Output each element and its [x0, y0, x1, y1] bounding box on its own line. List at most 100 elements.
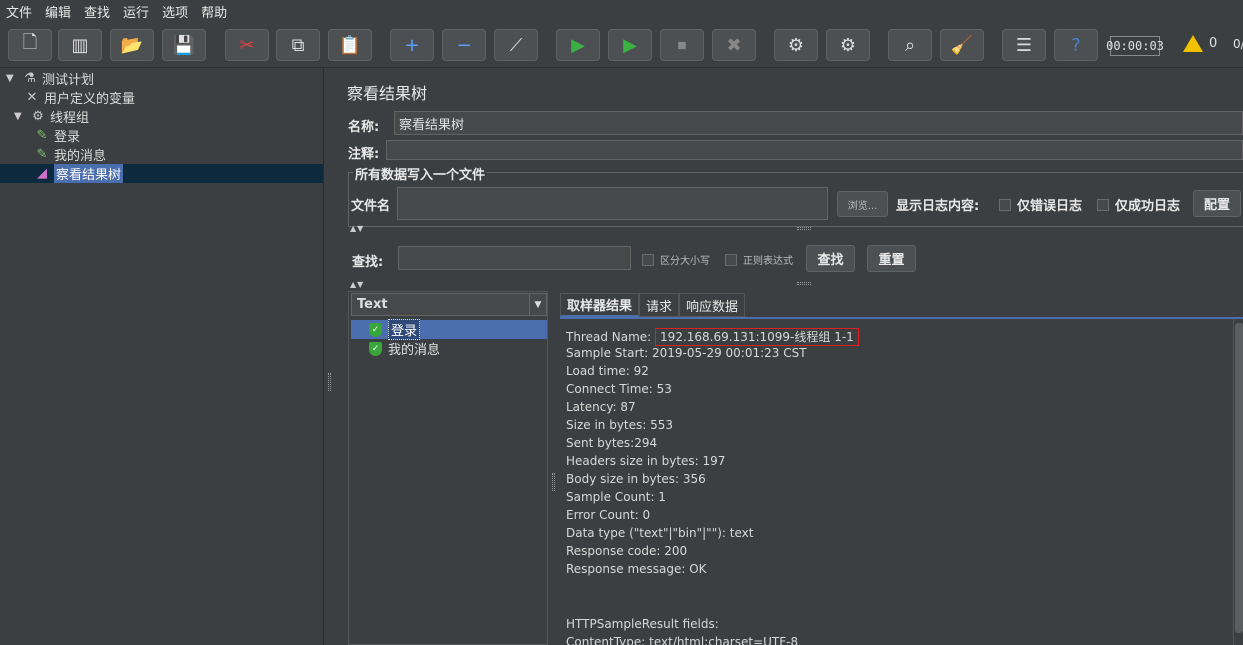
filename-input[interactable]	[397, 187, 828, 220]
name-label: 名称:	[348, 120, 380, 135]
gear-icon: ⚙	[32, 109, 44, 124]
save-icon: 💾	[172, 34, 196, 56]
toolbar: 00:00:03 0 0/ 🗋 ▥ 📂 💾 ✂ ⧉ 📋 + − ⟋ ▶ ▶ ⏹ ✖ ⚙ ⚙ ⌕ 🧹 ☰?	[0, 22, 1243, 68]
checkbox-box[interactable]	[725, 253, 737, 266]
renderer-select[interactable]: Text ▼	[351, 293, 547, 316]
menu-item-0[interactable]: 文件	[6, 2, 32, 21]
case-sensitive-checkbox[interactable]: 区分大小写	[642, 252, 710, 267]
warning-indicator[interactable]: 0	[1183, 35, 1217, 52]
regex-checkbox[interactable]: 正则表达式	[725, 252, 793, 267]
sampler-result-text[interactable]: Thread Name: 192.168.69.131:1099-线程组 1-1…	[560, 319, 1243, 645]
warning-icon	[1183, 35, 1203, 52]
success-shield-icon: ✓	[369, 341, 382, 356]
expand-toggle-icon[interactable]: ▼	[6, 73, 18, 84]
clear-button[interactable]: ⚙	[774, 29, 818, 61]
result-detail-pane: 取样器结果 请求 响应数据 Thread Name: 192.168.69.13…	[560, 291, 1243, 645]
splitter-grip[interactable]	[552, 473, 555, 491]
search-button[interactable]: 查找	[806, 245, 855, 272]
comment-field[interactable]	[386, 140, 1243, 160]
save-button[interactable]: 💾	[162, 29, 206, 61]
elapsed-timer: 00:00:03	[1106, 36, 1164, 56]
vertical-splitter[interactable]	[324, 68, 336, 645]
results-area: Text ▼ ✓ 登录 ✓ 我的消息 取样器结果 请求 响应数据 Thread …	[348, 291, 1243, 645]
tree-node[interactable]: ✕ 用户定义的变量	[24, 88, 135, 107]
menu-item-4[interactable]: 选项	[162, 2, 188, 21]
new-button[interactable]: 🗋	[8, 29, 52, 61]
results-splitter[interactable]	[548, 291, 560, 645]
pipette-icon: ✎	[36, 147, 48, 162]
thread-name-label: Thread Name:	[566, 330, 652, 344]
cut-button[interactable]: ✂	[225, 29, 269, 61]
shutdown-icon: ✖	[726, 34, 742, 56]
copy-icon: ⧉	[291, 34, 305, 56]
page-title: 察看结果树	[347, 84, 428, 103]
clear-icon: ⚙	[787, 34, 805, 56]
result-line: Sample Count: 1	[566, 490, 666, 504]
start-button[interactable]: ▶	[556, 29, 600, 61]
reset-search-icon: 🧹	[950, 34, 974, 56]
name-field[interactable]: 察看结果树	[394, 111, 1243, 135]
tree-node[interactable]: ✎ 我的消息	[34, 145, 106, 164]
function-helper-button[interactable]: ☰	[1002, 29, 1046, 61]
result-line: Connect Time: 53	[566, 382, 672, 396]
search-icon: ⌕	[904, 34, 916, 56]
separator-grip[interactable]	[797, 282, 811, 285]
copy-button[interactable]: ⧉	[276, 29, 320, 61]
result-line: Body size in bytes: 356	[566, 472, 706, 486]
reset-search-button[interactable]: 🧹	[940, 29, 984, 61]
paste-button[interactable]: 📋	[328, 29, 372, 61]
list-item-label: 我的消息	[388, 343, 441, 358]
search-button[interactable]: ⌕	[888, 29, 932, 61]
splitter-grip[interactable]	[328, 373, 331, 391]
errors-only-checkbox[interactable]: 仅错误日志	[999, 195, 1082, 214]
configure-button[interactable]: 配置	[1193, 190, 1241, 217]
collapse-button[interactable]: −	[442, 29, 486, 61]
expand-toggle-icon[interactable]: ▼	[14, 111, 26, 122]
list-item-label: 登录	[388, 319, 421, 340]
success-shield-icon: ✓	[369, 322, 382, 337]
menu-item-1[interactable]: 编辑	[45, 2, 71, 21]
expand-button[interactable]: +	[390, 29, 434, 61]
tree-node[interactable]: ✎ 登录	[34, 126, 80, 145]
search-input[interactable]	[398, 246, 631, 270]
tree-node[interactable]: ◢ 察看结果树	[0, 164, 323, 183]
clear-all-button[interactable]: ⚙	[826, 29, 870, 61]
shutdown-button[interactable]: ✖	[712, 29, 756, 61]
checkbox-box[interactable]	[642, 253, 654, 266]
open-button[interactable]: 📂	[110, 29, 154, 61]
pipette-icon: ✎	[36, 128, 48, 143]
collapse-arrows[interactable]: ▲▼	[350, 280, 364, 289]
success-only-checkbox[interactable]: 仅成功日志	[1097, 195, 1180, 214]
menu-item-5[interactable]: 帮助	[201, 2, 227, 21]
separator-grip[interactable]	[797, 227, 811, 230]
tab-sampler-result[interactable]: 取样器结果	[560, 293, 640, 317]
tab-response-data[interactable]: 响应数据	[679, 293, 746, 317]
stop-icon: ⏹	[677, 34, 687, 56]
list-item[interactable]: ✓ 我的消息	[369, 339, 440, 358]
paste-icon: 📋	[338, 34, 362, 56]
start-no-pause-button[interactable]: ▶	[608, 29, 652, 61]
menu-item-2[interactable]: 查找	[84, 2, 110, 21]
chevron-down-icon[interactable]: ▼	[529, 294, 546, 315]
scrollbar-thumb[interactable]	[1235, 323, 1243, 633]
list-item[interactable]: ✓ 登录	[369, 319, 421, 340]
vertical-scrollbar[interactable]	[1233, 319, 1243, 645]
tree-node[interactable]: ▼ ⚗ 测试计划	[6, 69, 94, 88]
content-type-line: ContentType: text/html;charset=UTF-8	[566, 635, 799, 645]
menu-item-3[interactable]: 运行	[123, 2, 149, 21]
templates-button[interactable]: ▥	[58, 29, 102, 61]
sample-list-pane: Text ▼ ✓ 登录 ✓ 我的消息	[348, 291, 548, 645]
tree-node[interactable]: ▼ ⚙ 线程组	[14, 107, 89, 126]
stop-button[interactable]: ⏹	[660, 29, 704, 61]
start-icon: ▶	[571, 34, 585, 56]
checkbox-box[interactable]	[999, 198, 1011, 211]
browse-button[interactable]: 浏览...	[837, 191, 888, 217]
reset-button[interactable]: 重置	[867, 245, 916, 272]
toggle-button[interactable]: ⟋	[494, 29, 538, 61]
tab-request[interactable]: 请求	[639, 293, 680, 317]
collapse-arrows[interactable]: ▲▼	[350, 224, 364, 233]
result-line: Sample Start: 2019-05-29 00:01:23 CST	[566, 346, 807, 360]
help-button[interactable]: ?	[1054, 29, 1098, 61]
results-tree-panel: 察看结果树 名称: 察看结果树 注释: 所有数据写入一个文件 文件名 浏览...…	[336, 68, 1243, 645]
checkbox-box[interactable]	[1097, 198, 1109, 211]
